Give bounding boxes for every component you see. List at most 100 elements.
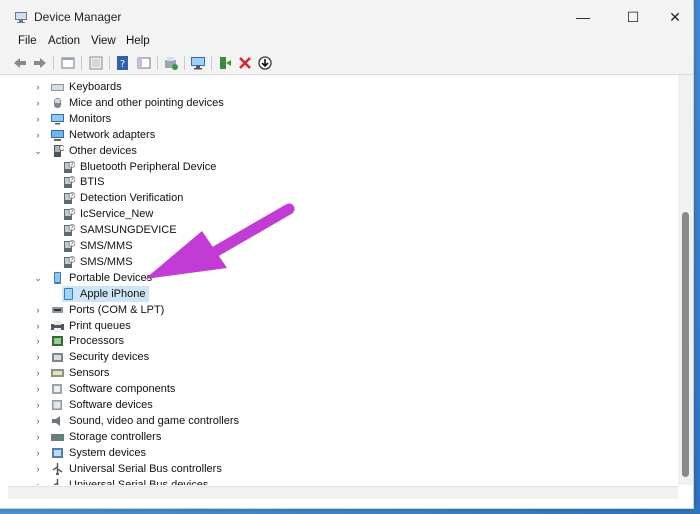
tree-category[interactable]: › Security devices — [33, 349, 150, 365]
properties-window-icon[interactable] — [60, 55, 76, 71]
tree-category[interactable]: › Network adapters — [33, 127, 155, 143]
expand-chevron-icon[interactable]: › — [33, 384, 43, 394]
update-driver-icon[interactable] — [163, 55, 179, 71]
usb-icon — [53, 479, 59, 485]
tree-item-label: Keyboards — [69, 81, 122, 93]
collapse-chevron-icon[interactable]: ⌄ — [33, 146, 43, 157]
expand-chevron-icon[interactable]: › — [33, 98, 43, 108]
device-manager-window: Device Manager — ☐ ✕ File Action View He… — [0, 0, 694, 509]
expand-chevron-icon[interactable]: › — [33, 305, 43, 315]
uninstall-device-icon[interactable] — [237, 55, 253, 71]
tree-category[interactable]: › Software components — [33, 381, 176, 397]
tree-item-label: IcService_New — [80, 208, 154, 220]
expand-chevron-icon[interactable]: › — [33, 400, 43, 410]
title-bar[interactable]: Device Manager — ☐ ✕ — [0, 0, 693, 34]
tree-device[interactable]: ? Bluetooth Peripheral Device — [62, 159, 216, 175]
software-component-icon — [52, 384, 62, 394]
tree-category[interactable]: ⌄ Portable Devices — [33, 270, 152, 286]
tree-category[interactable]: › Print queues — [33, 318, 131, 334]
tree-item-label: Bluetooth Peripheral Device — [80, 161, 217, 173]
expand-chevron-icon[interactable]: › — [33, 336, 43, 346]
expand-chevron-icon[interactable]: › — [33, 82, 43, 92]
tree-item-label: SMS/MMS — [80, 240, 133, 252]
port-icon — [52, 307, 63, 313]
tree-category[interactable]: › Ports (COM & LPT) — [33, 302, 165, 318]
tree-device[interactable]: ? Detection Verification — [62, 190, 183, 206]
tree-category[interactable]: › Sensors — [33, 365, 110, 381]
expand-chevron-icon[interactable]: › — [33, 432, 43, 442]
svg-text:?: ? — [71, 242, 74, 248]
unknown-device-icon: ? — [64, 240, 75, 252]
tree-category[interactable]: › Keyboards — [33, 79, 122, 95]
tree-device[interactable]: ? BTIS — [62, 174, 104, 190]
tree-item-label: System devices — [69, 447, 147, 459]
tree-item-label: Portable Devices — [69, 272, 153, 284]
tree-item-label: Detection Verification — [80, 192, 184, 204]
tree-device[interactable]: ? IcService_New — [62, 206, 153, 222]
monitor-scan-icon[interactable] — [190, 55, 206, 71]
toolbar: ? — [0, 52, 693, 75]
expand-chevron-icon[interactable]: › — [33, 321, 43, 331]
show-hidden-icon[interactable] — [88, 55, 104, 71]
menu-file[interactable]: File — [18, 35, 37, 47]
portable-device-icon — [54, 272, 61, 284]
svg-text:?: ? — [71, 178, 74, 184]
tree-device[interactable]: Apple iPhone — [62, 286, 150, 302]
svg-text:?: ? — [71, 163, 74, 169]
help-icon[interactable]: ? — [115, 55, 131, 71]
tree-category[interactable]: › System devices — [33, 445, 147, 461]
expand-chevron-icon[interactable]: › — [33, 114, 43, 124]
unknown-device-icon: ? — [64, 256, 75, 268]
back-icon[interactable] — [12, 55, 28, 71]
vertical-scrollbar[interactable] — [678, 75, 693, 485]
tree-item-label: Sensors — [69, 367, 110, 379]
unknown-device-icon: ? — [64, 192, 75, 204]
menu-action[interactable]: Action — [48, 35, 80, 47]
expand-chevron-icon[interactable]: › — [33, 130, 43, 140]
tree-category[interactable]: › Software devices — [33, 397, 153, 413]
tree-category[interactable]: ⌄ Other devices — [33, 143, 137, 159]
tree-category[interactable]: › Mice and other pointing devices — [33, 95, 224, 111]
sound-icon — [52, 416, 60, 426]
forward-icon[interactable] — [32, 55, 48, 71]
storage-icon — [51, 434, 64, 441]
vertical-scrollbar-thumb[interactable] — [682, 212, 689, 477]
tree-device[interactable]: ? SMS/MMS — [62, 238, 133, 254]
tree-device[interactable]: ? SAMSUNGDEVICE — [62, 222, 177, 238]
tree-category[interactable]: › Sound, video and game controllers — [33, 413, 240, 429]
console-tree-icon[interactable] — [136, 55, 152, 71]
tree-item-label: Monitors — [69, 113, 112, 125]
tree-category[interactable]: › Universal Serial Bus controllers — [33, 461, 222, 477]
horizontal-scrollbar[interactable] — [8, 486, 678, 499]
device-tree: › Keyboards › Mice and other pointing devic… — [8, 75, 676, 485]
collapse-chevron-icon[interactable]: ⌄ — [33, 273, 43, 284]
tree-item-label: Network adapters — [69, 129, 156, 141]
tree-category[interactable]: › Storage controllers — [33, 429, 162, 445]
expand-chevron-icon[interactable]: › — [33, 464, 43, 474]
expand-chevron-icon[interactable]: › — [33, 352, 43, 362]
tree-category[interactable]: › Monitors — [33, 111, 112, 127]
tree-device[interactable]: ? SMS/MMS — [62, 254, 133, 270]
close-button[interactable]: ✕ — [653, 0, 697, 34]
minimize-button[interactable]: — — [561, 0, 605, 34]
expand-chevron-icon[interactable]: › — [33, 480, 43, 485]
expand-chevron-icon[interactable]: › — [33, 368, 43, 378]
menu-help[interactable]: Help — [126, 35, 150, 47]
tree-item-label: Universal Serial Bus devices — [69, 479, 209, 485]
download-driver-icon[interactable] — [257, 55, 273, 71]
enable-device-icon[interactable] — [217, 55, 233, 71]
tree-category[interactable]: › Universal Serial Bus devices — [33, 477, 208, 485]
tree-item-label: Mice and other pointing devices — [69, 97, 224, 109]
usb-icon — [52, 463, 63, 475]
maximize-button[interactable]: ☐ — [611, 0, 655, 34]
unknown-device-icon: ? — [64, 208, 75, 220]
other-device-icon — [54, 145, 64, 157]
svg-text:?: ? — [71, 226, 74, 232]
menu-view[interactable]: View — [91, 35, 116, 47]
sensor-icon — [51, 369, 64, 377]
expand-chevron-icon[interactable]: › — [33, 448, 43, 458]
tree-item-label: Security devices — [69, 351, 150, 363]
tree-category[interactable]: › Processors — [33, 333, 125, 349]
phone-icon — [64, 288, 73, 300]
expand-chevron-icon[interactable]: › — [33, 416, 43, 426]
